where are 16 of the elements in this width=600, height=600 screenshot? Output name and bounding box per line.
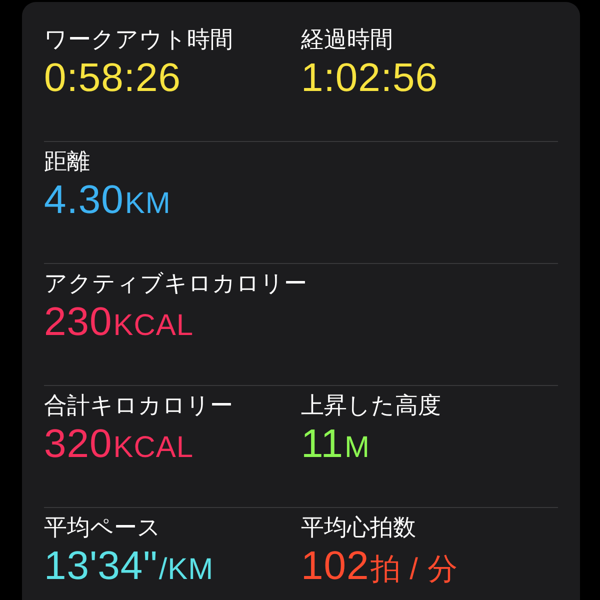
metric-value: 320KCAL	[44, 421, 194, 468]
metric-value: 13'34"/KM	[44, 543, 214, 590]
metric-value: 4.30KM	[44, 177, 171, 224]
metric-value: 102拍 / 分	[301, 543, 458, 590]
metric-label: 距離	[44, 147, 91, 176]
metric-label: ワークアウト時間	[44, 25, 234, 54]
metric-label: 平均ペース	[44, 513, 162, 542]
metric-value: 230KCAL	[44, 299, 194, 346]
metric-value: 11M	[301, 421, 370, 468]
metric-label: 平均心拍数	[301, 513, 417, 542]
metric-label: 合計キロカロリー	[44, 391, 234, 420]
metric-label: 経過時間	[301, 25, 394, 54]
metric-label: アクティブキロカロリー	[44, 269, 308, 298]
metric-value: 1:02:56	[301, 55, 438, 102]
metric-value: 0:58:26	[44, 55, 181, 102]
metric-label: 上昇した高度	[301, 391, 442, 420]
